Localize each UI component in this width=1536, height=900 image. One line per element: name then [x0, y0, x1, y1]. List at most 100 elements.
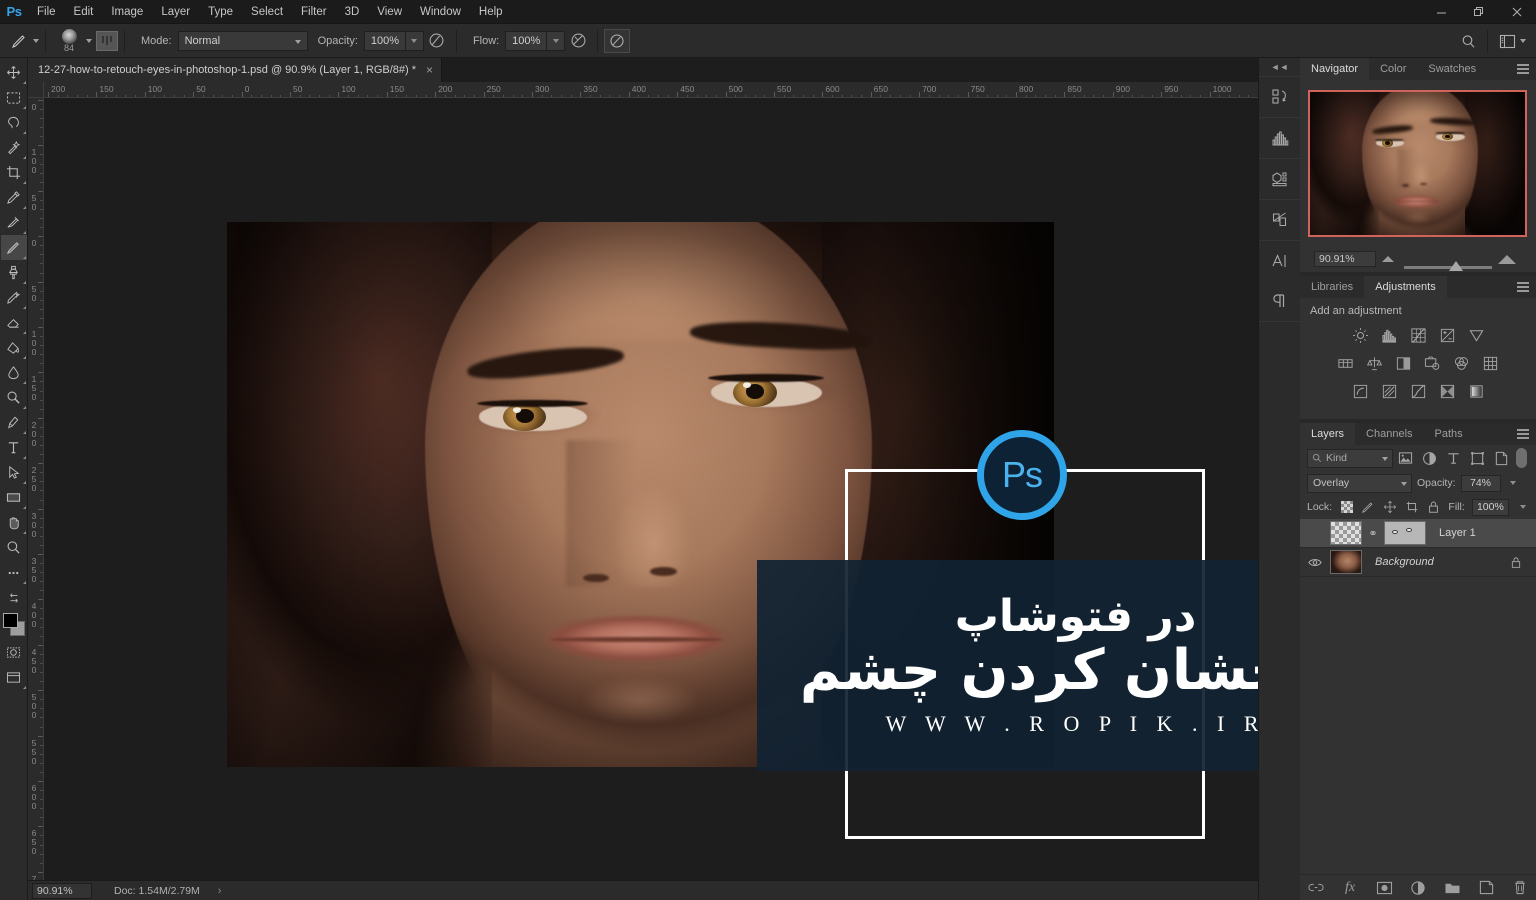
workspace-icon[interactable]: [1494, 29, 1520, 53]
menu-view[interactable]: View: [368, 0, 411, 24]
clone-stamp-tool[interactable]: [1, 260, 27, 285]
new-group-icon[interactable]: [1444, 879, 1461, 896]
filter-adjustment-icon[interactable]: [1417, 447, 1441, 469]
blend-mode-select[interactable]: Normal: [177, 30, 308, 51]
tab-paths[interactable]: Paths: [1423, 423, 1474, 445]
invert-icon[interactable]: [1350, 381, 1370, 401]
table-row[interactable]: Background: [1300, 548, 1536, 577]
panel-menu-icon[interactable]: [1517, 429, 1529, 441]
menu-select[interactable]: Select: [242, 0, 292, 24]
layer-opacity-input[interactable]: 74%: [1460, 474, 1501, 492]
canvas-area[interactable]: Ps در فتوشاپ درخشان کردن چشم W W W . R O…: [44, 98, 1258, 880]
layer-opacity-chevron-down-icon[interactable]: [1506, 475, 1520, 492]
history-brush-tool[interactable]: [1, 285, 27, 310]
color-swatches[interactable]: [1, 612, 27, 640]
layer-blend-mode-select[interactable]: Overlay: [1307, 473, 1412, 493]
opacity-input[interactable]: 100%: [363, 30, 406, 51]
exposure-icon[interactable]: [1437, 325, 1457, 345]
gradient-map-icon[interactable]: [1466, 381, 1486, 401]
channel-mixer-icon[interactable]: [1452, 353, 1472, 373]
photo-filter-icon[interactable]: [1423, 353, 1443, 373]
layer-fill-input[interactable]: 100%: [1471, 498, 1510, 516]
screen-mode-icon[interactable]: [1, 665, 27, 690]
quick-mask-icon[interactable]: [1, 640, 27, 665]
delete-layer-icon[interactable]: [1512, 879, 1529, 896]
layer-name[interactable]: Layer 1: [1439, 527, 1530, 539]
mask-link-icon[interactable]: ⚭: [1368, 527, 1378, 540]
hue-saturation-icon[interactable]: [1336, 353, 1356, 373]
brightness-contrast-icon[interactable]: [1350, 325, 1370, 345]
close-icon[interactable]: [1498, 0, 1536, 24]
posterize-icon[interactable]: [1379, 381, 1399, 401]
eraser-tool[interactable]: [1, 310, 27, 335]
opacity-pressure-icon[interactable]: [424, 29, 450, 53]
filter-pixel-icon[interactable]: [1393, 447, 1417, 469]
menu-3d[interactable]: 3D: [336, 0, 369, 24]
measurement-log-icon[interactable]: [1261, 159, 1299, 199]
color-balance-icon[interactable]: [1365, 353, 1385, 373]
tab-close-icon[interactable]: ×: [426, 64, 433, 76]
slider-knob[interactable]: [1449, 260, 1463, 271]
edit-toolbar-tool[interactable]: [1, 560, 27, 585]
path-selection-tool[interactable]: [1, 460, 27, 485]
link-layers-icon[interactable]: [1308, 879, 1325, 896]
pen-tool[interactable]: [1, 410, 27, 435]
panel-menu-icon[interactable]: [1517, 64, 1529, 76]
tab-navigator[interactable]: Navigator: [1300, 58, 1370, 80]
tab-layers[interactable]: Layers: [1300, 423, 1356, 445]
threshold-icon[interactable]: [1408, 381, 1428, 401]
spot-healing-brush-tool[interactable]: [1, 210, 27, 235]
menu-image[interactable]: Image: [102, 0, 152, 24]
rectangular-marquee-tool[interactable]: [1, 85, 27, 110]
layer-locked-icon[interactable]: [1508, 554, 1524, 570]
tool-preset-chevron-down-icon[interactable]: [33, 38, 39, 43]
new-layer-icon[interactable]: [1478, 879, 1495, 896]
active-tool-indicator[interactable]: [0, 30, 39, 52]
lock-all-icon[interactable]: [1427, 499, 1442, 515]
filter-shape-icon[interactable]: [1465, 447, 1489, 469]
hand-tool[interactable]: [1, 510, 27, 535]
menu-type[interactable]: Type: [199, 0, 242, 24]
black-white-icon[interactable]: [1394, 353, 1414, 373]
filter-type-icon[interactable]: [1441, 447, 1465, 469]
brush-tool[interactable]: [0, 235, 27, 260]
crop-tool[interactable]: [1, 160, 27, 185]
menu-file[interactable]: File: [28, 0, 65, 24]
ruler-corner[interactable]: [28, 82, 44, 98]
tab-adjustments[interactable]: Adjustments: [1364, 276, 1447, 298]
lock-transparent-pixels-icon[interactable]: [1339, 499, 1354, 515]
horizontal-type-tool[interactable]: [1, 435, 27, 460]
menu-layer[interactable]: Layer: [152, 0, 199, 24]
navigator-zoom-slider[interactable]: [1376, 254, 1522, 271]
menu-help[interactable]: Help: [470, 0, 512, 24]
layer-filter-kind-select[interactable]: Kind: [1307, 448, 1393, 468]
layer-mask-thumbnail[interactable]: [1384, 521, 1426, 545]
collapse-panels-icon[interactable]: ◄◄: [1259, 58, 1301, 76]
filter-enable-toggle[interactable]: [1516, 448, 1527, 468]
slider-track[interactable]: [1404, 265, 1492, 269]
search-icon[interactable]: [1455, 29, 1481, 53]
menu-window[interactable]: Window: [411, 0, 470, 24]
new-adjustment-layer-icon[interactable]: [1410, 879, 1427, 896]
brush-size-preview[interactable]: 84: [52, 26, 86, 56]
layer-style-fx-icon[interactable]: fx: [1342, 879, 1359, 896]
workspace-chevron-down-icon[interactable]: [1520, 39, 1526, 43]
gradient-tool[interactable]: [1, 335, 27, 360]
histogram-panel-icon[interactable]: [1261, 118, 1299, 158]
color-lookup-icon[interactable]: [1481, 353, 1501, 373]
flow-chevron-down-icon[interactable]: [547, 30, 566, 51]
airbrush-icon[interactable]: [565, 29, 591, 53]
menu-filter[interactable]: Filter: [292, 0, 336, 24]
lock-image-pixels-icon[interactable]: [1361, 499, 1376, 515]
swap-colors-icon[interactable]: [1, 585, 27, 610]
tab-color[interactable]: Color: [1369, 58, 1418, 80]
3d-panel-icon[interactable]: [1261, 77, 1299, 117]
tab-channels[interactable]: Channels: [1355, 423, 1424, 445]
dodge-tool[interactable]: [1, 385, 27, 410]
move-tool[interactable]: [1, 60, 27, 85]
navigator-zoom-input[interactable]: 90.91%: [1314, 251, 1376, 267]
restore-icon[interactable]: [1460, 0, 1498, 24]
horizontal-ruler[interactable]: 200 150 100 50 0 50 100 150 200 250 300 350 400 450 50…: [44, 82, 1258, 98]
tab-libraries[interactable]: Libraries: [1300, 276, 1365, 298]
curves-icon[interactable]: [1408, 325, 1428, 345]
